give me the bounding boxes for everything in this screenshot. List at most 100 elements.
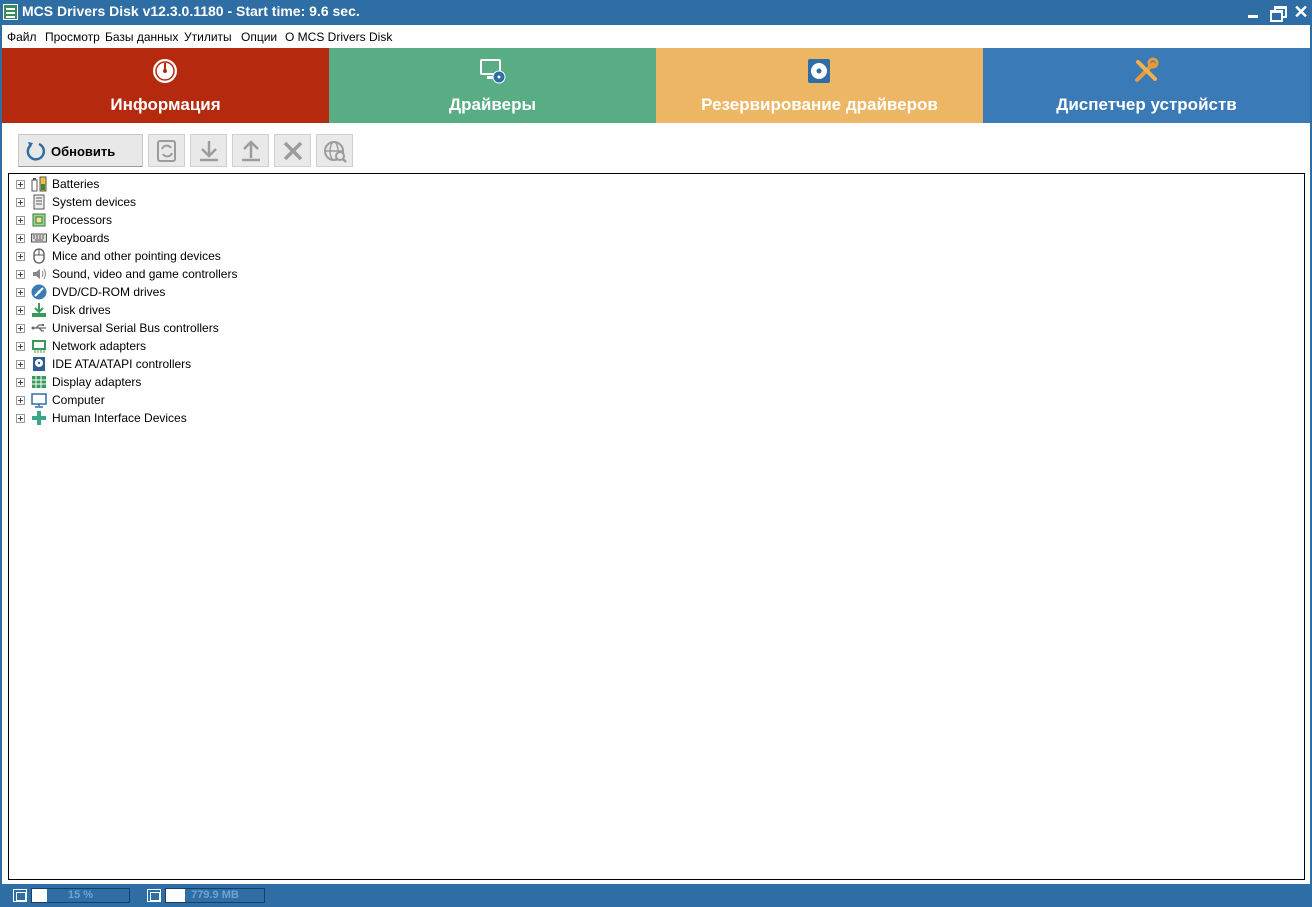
tree-item-mice[interactable]: Mice and other pointing devices bbox=[9, 247, 409, 265]
expand-toggle[interactable] bbox=[16, 342, 25, 351]
tree-item-usb[interactable]: Universal Serial Bus controllers bbox=[9, 319, 409, 337]
tab-device-manager[interactable]: Диспетчер устройств bbox=[983, 48, 1310, 123]
web-search-icon bbox=[324, 141, 347, 163]
memory-usage-meter: 779.9 MB bbox=[165, 888, 265, 903]
tab-device-manager-label: Диспетчер устройств bbox=[1056, 95, 1237, 114]
update-driver-button[interactable] bbox=[148, 134, 185, 167]
usb-icon bbox=[31, 324, 46, 332]
hid-icon bbox=[32, 411, 46, 425]
expand-toggle[interactable] bbox=[16, 360, 25, 369]
tree-item-disk-drives[interactable]: Disk drives bbox=[9, 301, 409, 319]
disk-drive-icon bbox=[32, 303, 46, 317]
tree-item-label: System devices bbox=[52, 195, 137, 209]
expand-toggle[interactable] bbox=[16, 216, 25, 225]
tree-item-label: DVD/CD-ROM drives bbox=[52, 285, 166, 299]
remove-icon bbox=[283, 141, 303, 161]
tools-icon bbox=[1135, 57, 1159, 82]
display-adapter-icon bbox=[32, 376, 46, 388]
upload-button[interactable] bbox=[232, 134, 269, 167]
expand-toggle[interactable] bbox=[16, 306, 25, 315]
download-button[interactable] bbox=[190, 134, 227, 167]
tree-item-ide[interactable]: IDE ATA/ATAPI controllers bbox=[9, 355, 409, 373]
expand-toggle[interactable] bbox=[16, 270, 25, 279]
device-tree[interactable]: Batteries System devices Processors Keyb… bbox=[8, 173, 1305, 880]
cpu-usage-meter: 15 % bbox=[31, 888, 130, 903]
system-device-icon bbox=[33, 194, 45, 210]
tab-information[interactable]: Информация bbox=[2, 48, 329, 123]
minimize-button[interactable] bbox=[1243, 2, 1263, 22]
expand-toggle[interactable] bbox=[16, 378, 25, 387]
tree-item-keyboards[interactable]: Keyboards bbox=[9, 229, 409, 247]
menu-about[interactable]: О MCS Drivers Disk bbox=[285, 30, 392, 44]
download-icon bbox=[200, 141, 218, 162]
cpu-icon bbox=[13, 889, 27, 902]
refresh-label: Обновить bbox=[51, 144, 116, 159]
mouse-icon bbox=[33, 248, 45, 264]
tree-item-label: Universal Serial Bus controllers bbox=[52, 321, 219, 335]
expand-toggle[interactable] bbox=[16, 198, 25, 207]
tree-item-dvd[interactable]: DVD/CD-ROM drives bbox=[9, 283, 409, 301]
memory-usage-text: 779.9 MB bbox=[191, 889, 239, 901]
maximize-button[interactable] bbox=[1267, 2, 1287, 22]
menu-options[interactable]: Опции bbox=[241, 30, 277, 44]
web-search-button[interactable] bbox=[316, 134, 353, 167]
tree-item-system-devices[interactable]: System devices bbox=[9, 193, 409, 211]
monitor-disc-icon bbox=[480, 59, 506, 84]
disk-backup-icon bbox=[808, 59, 830, 83]
network-adapter-icon bbox=[32, 340, 46, 353]
tree-item-label: Sound, video and game controllers bbox=[52, 267, 238, 281]
device-manager-panel: Обновить Batteries System devices Proces… bbox=[2, 123, 1310, 884]
tab-drivers[interactable]: Драйверы bbox=[329, 48, 656, 123]
window-title: MCS Drivers Disk v12.3.0.1180 - Start ti… bbox=[22, 3, 360, 19]
tree-item-label: Disk drives bbox=[52, 303, 111, 317]
tree-item-computer[interactable]: Computer bbox=[9, 391, 409, 409]
remove-button[interactable] bbox=[274, 134, 311, 167]
tree-item-label: Keyboards bbox=[52, 231, 110, 245]
tree-item-batteries[interactable]: Batteries bbox=[9, 175, 409, 193]
expand-toggle[interactable] bbox=[16, 234, 25, 243]
computer-icon bbox=[31, 393, 47, 408]
tree-item-label: Network adapters bbox=[52, 339, 147, 353]
expand-toggle[interactable] bbox=[16, 324, 25, 333]
tree-item-sound[interactable]: Sound, video and game controllers bbox=[9, 265, 409, 283]
tree-item-label: Processors bbox=[52, 213, 113, 227]
tree-item-label: Batteries bbox=[52, 177, 100, 191]
speaker-icon bbox=[33, 268, 46, 280]
gauge-icon bbox=[153, 59, 177, 83]
dvd-icon bbox=[31, 284, 47, 300]
tab-information-label: Информация bbox=[110, 95, 221, 114]
tab-drivers-label: Драйверы bbox=[449, 95, 536, 114]
tab-backup[interactable]: Резервирование драйверов bbox=[656, 48, 983, 123]
title-bar[interactable]: MCS Drivers Disk v12.3.0.1180 - Start ti… bbox=[0, 0, 1312, 25]
battery-icon bbox=[31, 176, 47, 192]
tree-item-processors[interactable]: Processors bbox=[9, 211, 409, 229]
tab-backup-label: Резервирование драйверов bbox=[701, 95, 938, 114]
update-driver-icon bbox=[157, 140, 176, 162]
expand-toggle[interactable] bbox=[16, 396, 25, 405]
expand-toggle[interactable] bbox=[16, 252, 25, 261]
ide-controller-icon bbox=[33, 357, 45, 371]
menu-databases[interactable]: Базы данных bbox=[105, 30, 178, 44]
menu-view[interactable]: Просмотр bbox=[45, 30, 100, 44]
processor-icon bbox=[32, 213, 46, 227]
menu-utilities[interactable]: Утилиты bbox=[184, 30, 232, 44]
status-bar: 15 % 779.9 MB bbox=[0, 884, 1312, 907]
menu-file[interactable]: Файл bbox=[7, 30, 37, 44]
app-icon bbox=[3, 4, 18, 20]
refresh-button[interactable]: Обновить bbox=[18, 134, 143, 167]
tree-item-label: Mice and other pointing devices bbox=[52, 249, 221, 263]
memory-icon bbox=[147, 889, 161, 902]
tree-item-network[interactable]: Network adapters bbox=[9, 337, 409, 355]
tree-item-label: Display adapters bbox=[52, 375, 142, 389]
close-button[interactable]: ✕ bbox=[1291, 2, 1311, 22]
expand-toggle[interactable] bbox=[16, 288, 25, 297]
expand-toggle[interactable] bbox=[16, 180, 25, 189]
tree-item-label: Computer bbox=[52, 393, 105, 407]
expand-toggle[interactable] bbox=[16, 414, 25, 423]
menu-bar: Файл Просмотр Базы данных Утилиты Опции … bbox=[2, 25, 1310, 48]
tree-item-display[interactable]: Display adapters bbox=[9, 373, 409, 391]
tree-item-label: IDE ATA/ATAPI controllers bbox=[52, 357, 192, 371]
tree-item-label: Human Interface Devices bbox=[52, 411, 187, 425]
keyboard-icon bbox=[31, 233, 47, 243]
tree-item-hid[interactable]: Human Interface Devices bbox=[9, 409, 409, 427]
